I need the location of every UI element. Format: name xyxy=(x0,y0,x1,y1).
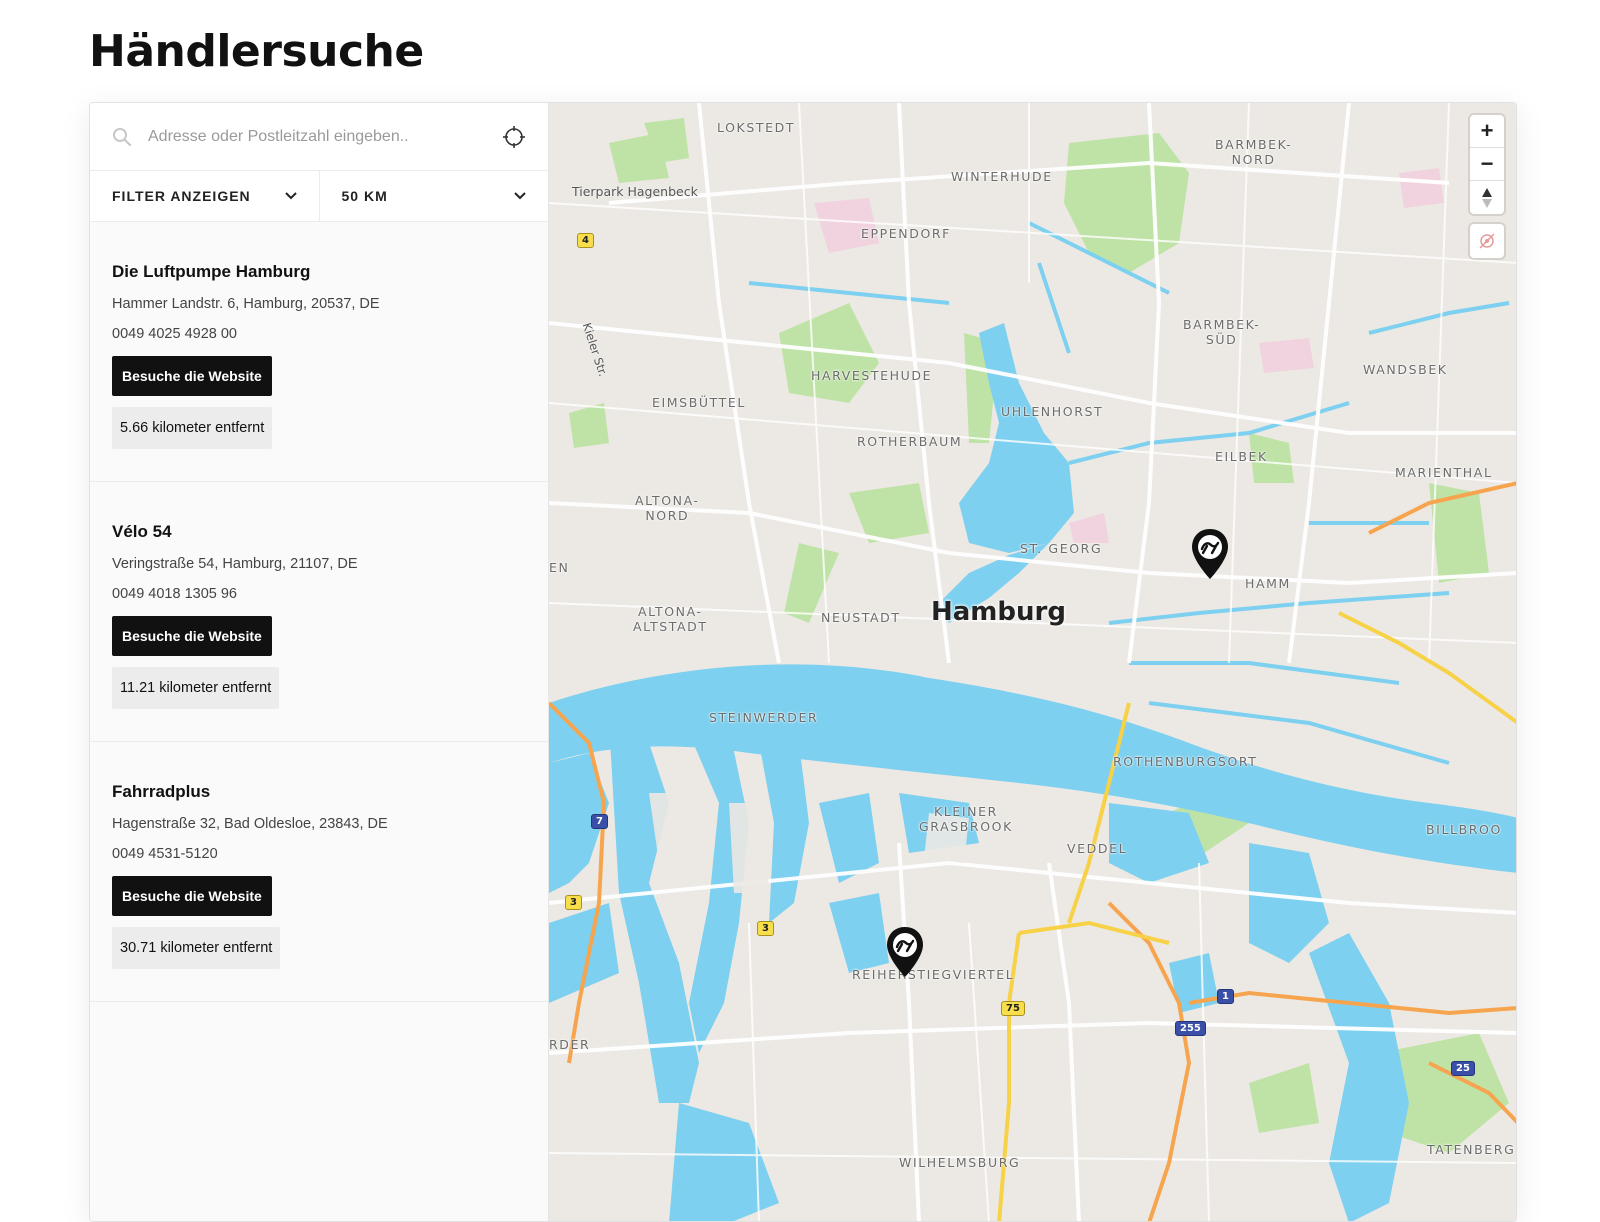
road-shield: 3 xyxy=(565,895,582,910)
search-icon xyxy=(113,127,132,146)
dealer-address: Hagenstraße 32, Bad Oldesloe, 23843, DE xyxy=(112,816,388,832)
radius-label: 50 KM xyxy=(341,188,388,204)
distance-badge: 30.71 kilometer entfernt xyxy=(112,927,281,969)
map-district-label: EPPENDORF xyxy=(861,226,951,241)
map-district-label: UHLENHORST xyxy=(1001,404,1104,419)
visit-website-button[interactable]: Besuche die Website xyxy=(112,616,272,656)
visit-website-button[interactable]: Besuche die Website xyxy=(112,356,272,396)
zoom-in-button[interactable]: + xyxy=(1470,115,1504,148)
map-district-label: ST. GEORG xyxy=(1020,541,1103,556)
result-item[interactable]: Fahrradplus Hagenstraße 32, Bad Oldesloe… xyxy=(90,742,548,1002)
sidebar: FILTER ANZEIGEN 50 KM Die Luftpumpe Hamb… xyxy=(90,103,549,1221)
map-district-label: WILHELMSBURG xyxy=(899,1155,1021,1170)
search-bar xyxy=(90,103,548,171)
road-shield: 1 xyxy=(1217,989,1234,1004)
map-district-label: EN xyxy=(549,560,570,575)
map-district-label: STEINWERDER xyxy=(709,710,819,725)
map-district-label: REIHERSTIEGVIERTEL xyxy=(852,967,1015,982)
map[interactable]: LOKSTEDT WINTERHUDE BARMBEK- NORD EPPEND… xyxy=(549,103,1516,1221)
map-district-label: LOKSTEDT xyxy=(717,120,796,135)
dealer-name: Vélo 54 xyxy=(112,522,172,541)
road-shield: 75 xyxy=(1001,1001,1025,1016)
road-shield: 4 xyxy=(577,233,594,248)
compass-icon xyxy=(1482,187,1492,208)
distance-badge: 5.66 kilometer entfernt xyxy=(112,407,273,449)
dealer-address: Veringstraße 54, Hamburg, 21107, DE xyxy=(112,556,358,572)
dealer-map-marker-icon[interactable] xyxy=(1190,528,1230,580)
filter-dropdown[interactable]: FILTER ANZEIGEN xyxy=(90,171,319,221)
road-shield: 7 xyxy=(591,814,608,829)
geolocate-button[interactable] xyxy=(1470,224,1504,258)
map-district-label: HAMM xyxy=(1245,576,1291,591)
map-district-label: ALTONA- ALTSTADT xyxy=(633,604,708,634)
page-title: Händlersuche xyxy=(89,26,424,77)
map-district-label: ROTHERBAUM xyxy=(857,434,963,449)
filter-label: FILTER ANZEIGEN xyxy=(112,188,251,204)
map-zoom-controls: + − xyxy=(1470,115,1504,214)
chevron-down-icon xyxy=(284,192,297,200)
dealer-map-marker-icon[interactable] xyxy=(885,926,925,978)
dealer-name: Die Luftpumpe Hamburg xyxy=(112,262,311,281)
radius-dropdown[interactable]: 50 KM xyxy=(318,171,549,221)
dealer-address: Hammer Landstr. 6, Hamburg, 20537, DE xyxy=(112,296,380,312)
map-district-label: HARVESTEHUDE xyxy=(811,368,933,383)
map-district-label: WANDSBEK xyxy=(1363,362,1448,377)
map-district-label: KLEINER GRASBROOK xyxy=(919,804,1013,834)
map-district-label: BARMBEK- SÜD xyxy=(1183,317,1261,347)
map-district-label: BARMBEK- NORD xyxy=(1215,137,1293,167)
map-district-label: VEDDEL xyxy=(1067,841,1128,856)
road-shield: 25 xyxy=(1451,1061,1475,1076)
dealer-phone: 0049 4018 1305 96 xyxy=(112,586,237,602)
map-district-label: NEUSTADT xyxy=(821,610,901,625)
result-item[interactable]: Vélo 54 Veringstraße 54, Hamburg, 21107,… xyxy=(90,482,548,742)
distance-badge: 11.21 kilometer entfernt xyxy=(112,667,280,709)
road-shield: 255 xyxy=(1175,1021,1206,1036)
store-locator: FILTER ANZEIGEN 50 KM Die Luftpumpe Hamb… xyxy=(89,102,1517,1222)
visit-website-button[interactable]: Besuche die Website xyxy=(112,876,272,916)
compass-button[interactable] xyxy=(1470,181,1504,214)
locate-me-icon[interactable] xyxy=(502,125,526,149)
map-city-label: Hamburg xyxy=(931,597,1066,627)
results-list: Die Luftpumpe Hamburg Hammer Landstr. 6,… xyxy=(90,222,548,1002)
map-district-label: RDER xyxy=(549,1037,591,1052)
map-district-label: MARIENTHAL xyxy=(1395,465,1493,480)
map-district-label: ALTONA- NORD xyxy=(635,493,700,523)
dealer-name: Fahrradplus xyxy=(112,782,211,801)
search-input[interactable] xyxy=(148,127,502,146)
map-district-label: TATENBERG xyxy=(1427,1142,1516,1157)
map-poi-label: Tierpark Hagenbeck xyxy=(572,184,698,199)
result-item[interactable]: Die Luftpumpe Hamburg Hammer Landstr. 6,… xyxy=(90,222,548,482)
road-shield: 3 xyxy=(757,921,774,936)
map-district-label: BILLBROO xyxy=(1426,822,1502,837)
map-district-label: EILBEK xyxy=(1215,449,1268,464)
dealer-phone: 0049 4025 4928 00 xyxy=(112,326,237,342)
map-district-label: WINTERHUDE xyxy=(951,169,1053,184)
map-base xyxy=(549,103,1516,1221)
zoom-out-button[interactable]: − xyxy=(1470,148,1504,181)
chevron-down-icon xyxy=(514,192,526,200)
map-district-label: ROTHENBURGSORT xyxy=(1113,754,1258,769)
map-district-label: EIMSBÜTTEL xyxy=(652,395,746,410)
filter-row: FILTER ANZEIGEN 50 KM xyxy=(90,171,548,222)
geolocate-disabled-icon xyxy=(1479,233,1495,249)
dealer-phone: 0049 4531-5120 xyxy=(112,846,218,862)
